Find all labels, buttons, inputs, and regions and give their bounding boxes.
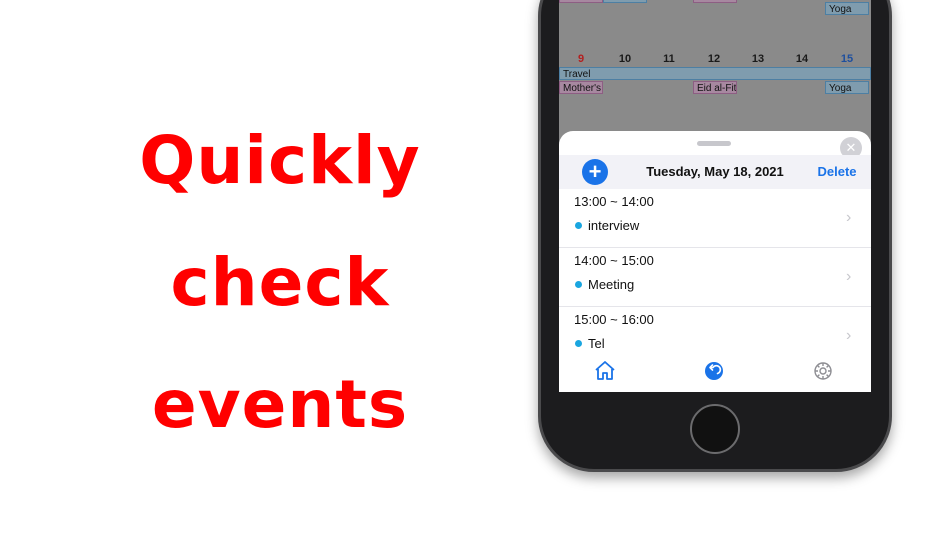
- event-sheet: ✕ + Tuesday, May 18, 2021 Delete 13:00 ~…: [559, 131, 871, 392]
- event-row[interactable]: 13:00 ~ 14:00 interview ›: [559, 189, 871, 248]
- event-dot-icon: [575, 281, 582, 288]
- event-title: Tel: [588, 336, 605, 351]
- calendar-event-eid[interactable]: Eid al-Fit: [693, 81, 737, 94]
- day-13[interactable]: 13: [736, 53, 780, 65]
- tab-home[interactable]: [593, 359, 617, 383]
- calendar-top-chips: [559, 0, 737, 4]
- day-11[interactable]: 11: [647, 53, 691, 65]
- sheet-grabber[interactable]: [697, 141, 731, 146]
- selected-date-title: Tuesday, May 18, 2021: [646, 164, 784, 179]
- headline-line-3: events: [151, 366, 409, 443]
- plus-icon: +: [588, 159, 602, 184]
- headline: Quickly check events: [90, 100, 470, 466]
- phone-screen: Yoga 9 10 11 12 13 14 15 Travel Mother's…: [559, 0, 871, 392]
- headline-line-1: Quickly: [139, 122, 421, 199]
- add-event-button[interactable]: +: [582, 159, 608, 185]
- event-time: 13:00 ~ 14:00: [574, 194, 654, 209]
- event-dot-icon: [575, 340, 582, 347]
- chevron-right-icon: ›: [846, 327, 852, 344]
- close-icon: ✕: [845, 140, 857, 155]
- day-10[interactable]: 10: [603, 53, 647, 65]
- tab-bar: [559, 355, 871, 392]
- calendar-event-travel[interactable]: Travel: [559, 67, 871, 80]
- calendar-event-mothers-day[interactable]: Mother's: [559, 81, 603, 94]
- event-title: interview: [588, 218, 640, 233]
- event-row[interactable]: 14:00 ~ 15:00 Meeting ›: [559, 248, 871, 307]
- chevron-right-icon: ›: [846, 268, 852, 285]
- day-9[interactable]: 9: [559, 53, 603, 65]
- back-icon: [705, 362, 723, 380]
- event-time: 15:00 ~ 16:00: [574, 312, 654, 327]
- delete-button[interactable]: Delete: [809, 164, 865, 179]
- event-time: 14:00 ~ 15:00: [574, 253, 654, 268]
- sheet-header: + Tuesday, May 18, 2021 Delete: [559, 155, 871, 189]
- chevron-right-icon: ›: [846, 209, 852, 226]
- home-icon: [595, 361, 615, 380]
- event-dot-icon: [575, 222, 582, 229]
- calendar-day-row: 9 10 11 12 13 14 15: [559, 53, 871, 67]
- home-button[interactable]: [690, 404, 740, 454]
- headline-line-2: check: [170, 244, 390, 321]
- day-15[interactable]: 15: [825, 53, 869, 65]
- gear-icon: [814, 362, 832, 380]
- calendar-event-yoga-top[interactable]: Yoga: [825, 2, 869, 15]
- day-14[interactable]: 14: [780, 53, 824, 65]
- calendar-event-yoga[interactable]: Yoga: [825, 81, 869, 94]
- tab-back[interactable]: [702, 359, 726, 383]
- tab-settings[interactable]: [811, 359, 835, 383]
- event-title: Meeting: [588, 277, 635, 292]
- event-list: 13:00 ~ 14:00 interview › 14:00 ~ 15:00 …: [559, 189, 871, 366]
- day-12[interactable]: 12: [692, 53, 736, 65]
